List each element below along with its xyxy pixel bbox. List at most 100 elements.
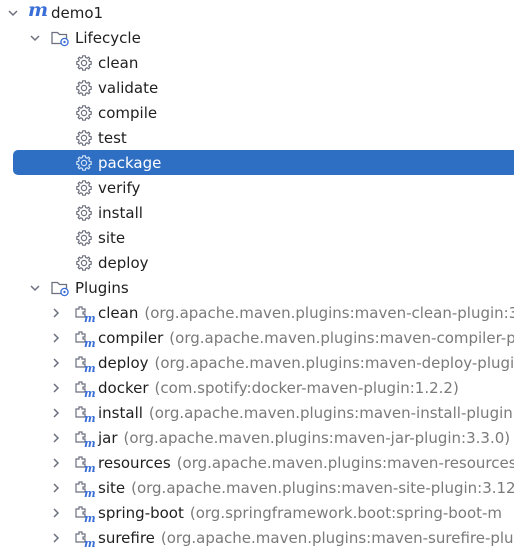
plugin-item[interactable]: m resources (org.apache.maven.plugins:mav… xyxy=(0,450,514,475)
plugin-item-text: docker (com.spotify:docker-maven-plugin:1… xyxy=(98,379,459,397)
plugin-coordinates: (org.apache.maven.plugins:maven-jar-plug… xyxy=(123,428,511,447)
plugin-name: site xyxy=(98,478,126,497)
chevron-right-icon[interactable] xyxy=(50,332,62,344)
plugin-item-text: resources (org.apache.maven.plugins:maven… xyxy=(98,454,514,472)
plugin-item[interactable]: m clean (org.apache.maven.plugins:maven-c… xyxy=(0,300,514,325)
lifecycle-item[interactable]: clean xyxy=(0,50,514,75)
chevron-right-icon[interactable] xyxy=(50,357,62,369)
maven-plugin-icon: m xyxy=(73,453,95,473)
plugin-item[interactable]: m spring-boot (org.springframework.boot:s… xyxy=(0,500,514,525)
folder-gear-icon xyxy=(50,278,70,298)
plugin-item[interactable]: m install (org.apache.maven.plugins:maven… xyxy=(0,400,514,425)
plugins-label: Plugins xyxy=(75,278,129,297)
maven-project-tree: m demo1 Lifecycle clean validate compile xyxy=(0,0,514,551)
chevron-right-icon[interactable] xyxy=(50,432,62,444)
project-name: demo1 xyxy=(51,3,104,22)
maven-plugin-icon: m xyxy=(73,478,95,498)
plugin-item[interactable]: m deploy (org.apache.maven.plugins:maven-… xyxy=(0,350,514,375)
plugin-item-text: site (org.apache.maven.plugins:maven-site… xyxy=(98,479,514,497)
lifecycle-item-label: verify xyxy=(98,178,141,197)
lifecycle-item-label: validate xyxy=(98,78,159,97)
chevron-down-icon[interactable] xyxy=(7,7,19,19)
plugin-coordinates: (org.apache.maven.plugins:maven-site-plu… xyxy=(131,478,514,497)
svg-text:m: m xyxy=(84,537,95,548)
gear-icon xyxy=(74,53,94,73)
maven-plugin-icon: m xyxy=(73,528,95,548)
gear-icon xyxy=(74,178,94,198)
plugin-name: spring-boot xyxy=(98,503,184,522)
gear-icon xyxy=(74,103,94,123)
maven-plugin-icon: m xyxy=(73,503,95,523)
lifecycle-item[interactable]: verify xyxy=(0,175,514,200)
plugin-coordinates: (org.apache.maven.plugins:maven-clean-pl… xyxy=(144,303,514,322)
maven-plugin-icon: m xyxy=(73,328,95,348)
plugin-item-text: compiler (org.apache.maven.plugins:maven-… xyxy=(98,329,514,347)
plugin-name: surefire xyxy=(98,528,155,547)
plugin-coordinates: (org.apache.maven.plugins:maven-compiler… xyxy=(169,328,514,347)
plugin-item-text: deploy (org.apache.maven.plugins:maven-de… xyxy=(98,354,514,372)
tree-node-lifecycle[interactable]: Lifecycle xyxy=(0,25,514,50)
plugin-item[interactable]: m compiler (org.apache.maven.plugins:mave… xyxy=(0,325,514,350)
chevron-right-icon[interactable] xyxy=(50,482,62,494)
chevron-right-icon[interactable] xyxy=(50,532,62,544)
chevron-right-icon[interactable] xyxy=(50,307,62,319)
chevron-right-icon[interactable] xyxy=(50,407,62,419)
plugin-name: resources xyxy=(98,453,171,472)
plugin-coordinates: (org.apache.maven.plugins:maven-resource… xyxy=(176,453,514,472)
svg-text:m: m xyxy=(84,512,95,523)
lifecycle-item-label: install xyxy=(98,203,143,222)
chevron-down-icon[interactable] xyxy=(29,282,41,294)
plugin-name: install xyxy=(98,403,143,422)
maven-plugin-icon: m xyxy=(73,378,95,398)
lifecycle-item-label: deploy xyxy=(98,253,149,272)
lifecycle-item-label: package xyxy=(98,153,162,172)
tree-node-root[interactable]: m demo1 xyxy=(0,0,514,25)
maven-plugin-icon: m xyxy=(73,428,95,448)
lifecycle-item[interactable]: compile xyxy=(0,100,514,125)
gear-icon xyxy=(74,153,94,173)
plugin-item[interactable]: m surefire (org.apache.maven.plugins:mave… xyxy=(0,525,514,550)
chevron-down-icon[interactable] xyxy=(29,32,41,44)
maven-plugin-icon: m xyxy=(73,403,95,423)
plugin-coordinates: (org.apache.maven.plugins:maven-install-… xyxy=(148,403,514,422)
gear-icon xyxy=(74,78,94,98)
lifecycle-item[interactable]: test xyxy=(0,125,514,150)
lifecycle-item[interactable]: install xyxy=(0,200,514,225)
plugin-name: compiler xyxy=(98,328,164,347)
plugin-coordinates: (org.apache.maven.plugins:maven-surefire… xyxy=(160,528,514,547)
tree-node-plugins[interactable]: Plugins xyxy=(0,275,514,300)
folder-gear-icon xyxy=(50,28,70,48)
lifecycle-item[interactable]: site xyxy=(0,225,514,250)
svg-text:m: m xyxy=(84,487,95,498)
plugin-item-text: install (org.apache.maven.plugins:maven-i… xyxy=(98,404,514,422)
lifecycle-item-label: clean xyxy=(98,53,139,72)
svg-text:m: m xyxy=(84,337,95,348)
plugin-name: deploy xyxy=(98,353,149,372)
gear-icon xyxy=(74,228,94,248)
lifecycle-item[interactable]: deploy xyxy=(0,250,514,275)
plugin-item[interactable]: m docker (com.spotify:docker-maven-plugin… xyxy=(0,375,514,400)
plugin-coordinates: (org.apache.maven.plugins:maven-deploy-p… xyxy=(154,353,514,372)
svg-text:m: m xyxy=(84,387,95,398)
maven-icon: m xyxy=(28,0,49,21)
svg-text:m: m xyxy=(84,312,95,323)
lifecycle-item[interactable]: validate xyxy=(0,75,514,100)
chevron-right-icon[interactable] xyxy=(50,507,62,519)
plugin-item-text: clean (org.apache.maven.plugins:maven-cle… xyxy=(98,304,514,322)
plugin-name: clean xyxy=(98,303,139,322)
plugin-item-text: spring-boot (org.springframework.boot:spr… xyxy=(98,504,502,522)
lifecycle-item[interactable]: package xyxy=(13,150,514,175)
maven-plugin-icon: m xyxy=(73,303,95,323)
chevron-right-icon[interactable] xyxy=(50,457,62,469)
lifecycle-item-label: site xyxy=(98,228,126,247)
svg-text:m: m xyxy=(84,462,95,473)
lifecycle-label: Lifecycle xyxy=(75,28,141,47)
plugin-coordinates: (com.spotify:docker-maven-plugin:1.2.2) xyxy=(154,378,459,397)
svg-text:m: m xyxy=(84,437,95,448)
plugin-item-text: jar (org.apache.maven.plugins:maven-jar-p… xyxy=(98,429,510,447)
plugin-item-text: surefire (org.apache.maven.plugins:maven-… xyxy=(98,529,514,547)
chevron-right-icon[interactable] xyxy=(50,382,62,394)
plugin-item[interactable]: m site (org.apache.maven.plugins:maven-si… xyxy=(0,475,514,500)
plugin-item[interactable]: m jar (org.apache.maven.plugins:maven-jar… xyxy=(0,425,514,450)
maven-plugin-icon: m xyxy=(73,353,95,373)
